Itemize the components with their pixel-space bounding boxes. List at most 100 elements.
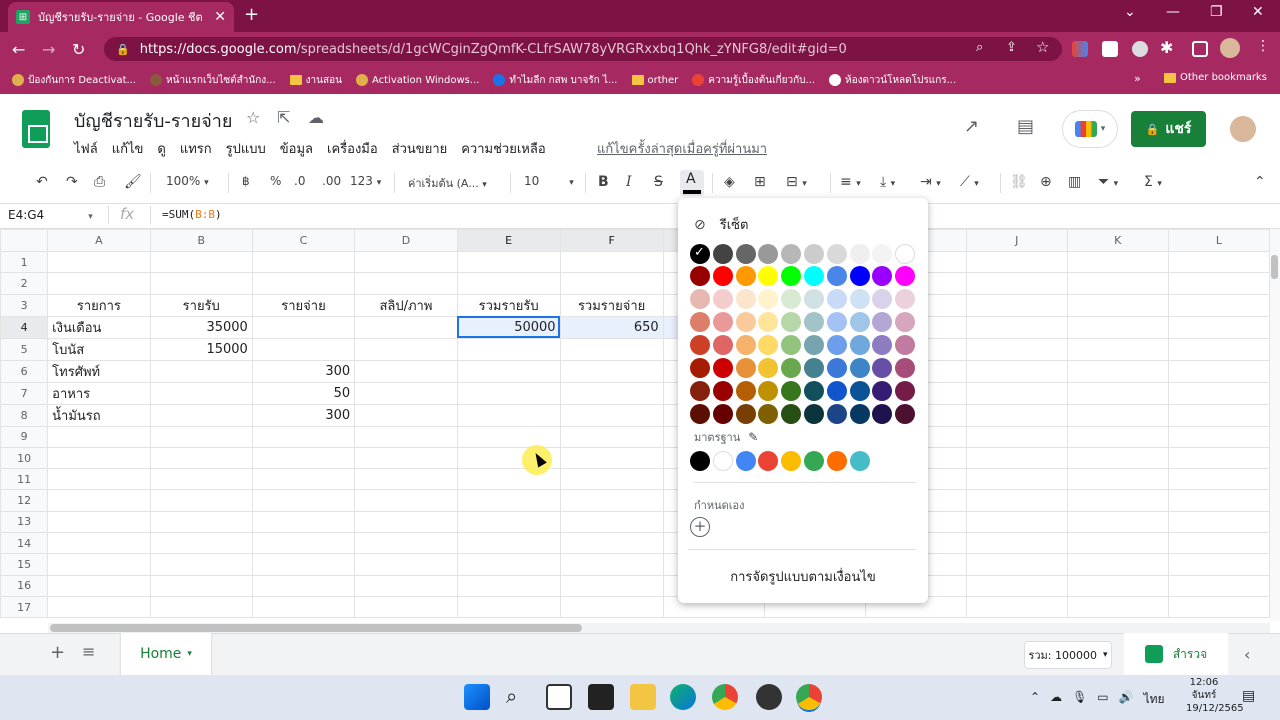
row-header[interactable]: 4 bbox=[0, 315, 49, 339]
volume-icon[interactable]: 🔊 bbox=[1119, 690, 1134, 709]
cell[interactable] bbox=[251, 510, 356, 534]
color-swatch[interactable] bbox=[712, 335, 733, 355]
column-header[interactable]: F bbox=[559, 229, 664, 252]
start-icon[interactable] bbox=[464, 684, 490, 710]
reset-color-button[interactable]: ⊘ รีเซ็ต bbox=[694, 214, 748, 235]
cell[interactable]: 35000 bbox=[149, 315, 253, 339]
cell[interactable] bbox=[251, 532, 356, 555]
file-explorer-icon[interactable] bbox=[630, 684, 656, 710]
cell[interactable] bbox=[965, 446, 1068, 470]
sheets-logo-icon[interactable] bbox=[22, 110, 50, 148]
cell[interactable] bbox=[354, 425, 458, 448]
extension-icon[interactable] bbox=[1072, 41, 1088, 57]
meet-button[interactable]: ▾ bbox=[1062, 110, 1118, 148]
cell[interactable] bbox=[149, 532, 253, 555]
extension-icon[interactable] bbox=[1132, 41, 1148, 57]
cell[interactable] bbox=[47, 425, 151, 448]
cell[interactable] bbox=[149, 595, 253, 619]
menu-extensions[interactable]: ส่วนขยาย bbox=[392, 138, 448, 159]
column-header[interactable]: B bbox=[149, 229, 253, 252]
cell[interactable] bbox=[1066, 595, 1169, 619]
cell[interactable] bbox=[149, 359, 253, 383]
horizontal-scroll-thumb[interactable] bbox=[50, 624, 582, 632]
cell[interactable] bbox=[559, 359, 664, 383]
column-header[interactable]: J bbox=[965, 229, 1068, 252]
color-swatch[interactable] bbox=[849, 266, 870, 286]
cell[interactable] bbox=[965, 510, 1068, 534]
bookmark-item[interactable]: หน้าแรกเว็บไซต์สำนักง... bbox=[150, 73, 276, 88]
cell[interactable]: โทรศัพท์ bbox=[47, 359, 151, 383]
redo-icon[interactable]: ↷ bbox=[66, 174, 78, 190]
cell[interactable]: 300 bbox=[251, 403, 356, 427]
cell[interactable] bbox=[965, 250, 1068, 274]
cell[interactable] bbox=[1066, 403, 1169, 427]
notification-icon[interactable]: ▤ bbox=[1242, 688, 1255, 704]
browser-menu-icon[interactable]: ⋮ bbox=[1256, 38, 1270, 54]
color-swatch[interactable] bbox=[690, 358, 710, 378]
column-header[interactable]: K bbox=[1066, 229, 1169, 252]
sheet-tab-home[interactable]: Home ▾ bbox=[121, 633, 211, 675]
color-swatch[interactable] bbox=[735, 381, 756, 401]
widgets-icon[interactable] bbox=[588, 684, 614, 710]
row-header[interactable]: 17 bbox=[0, 595, 49, 619]
edit-pencil-icon[interactable]: ✎ bbox=[748, 430, 758, 444]
extensions-puzzle-icon[interactable]: ✱ bbox=[1160, 38, 1173, 57]
zoom-search-icon[interactable]: ⌕ bbox=[976, 40, 983, 55]
cell[interactable] bbox=[47, 595, 151, 619]
cell[interactable] bbox=[559, 403, 664, 427]
collapse-side-panel-icon[interactable]: ‹ bbox=[1244, 645, 1250, 664]
cell[interactable] bbox=[965, 532, 1068, 555]
activity-trend-icon[interactable]: ↗ bbox=[964, 116, 979, 137]
comments-icon[interactable]: ▤ bbox=[1017, 116, 1034, 137]
color-swatch[interactable] bbox=[826, 289, 847, 309]
all-sheets-icon[interactable]: ≡ bbox=[82, 642, 95, 661]
cell[interactable] bbox=[456, 510, 561, 534]
cell[interactable] bbox=[251, 489, 356, 512]
cell[interactable] bbox=[559, 553, 664, 576]
language-indicator[interactable]: ไทย bbox=[1144, 690, 1165, 709]
color-swatch[interactable] bbox=[712, 404, 733, 424]
cell[interactable] bbox=[559, 381, 664, 405]
cell[interactable] bbox=[354, 250, 458, 274]
cell[interactable] bbox=[456, 272, 561, 295]
cell[interactable] bbox=[965, 381, 1068, 405]
cell[interactable] bbox=[251, 468, 356, 491]
cell[interactable]: อาหาร bbox=[47, 381, 151, 405]
cell[interactable] bbox=[354, 489, 458, 512]
font-size-select[interactable]: 10 ▾ bbox=[524, 174, 574, 188]
color-swatch[interactable] bbox=[690, 381, 710, 401]
bookmark-star-icon[interactable]: ☆ bbox=[1036, 38, 1049, 56]
row-header[interactable]: 7 bbox=[0, 381, 49, 405]
cell[interactable]: รายการ bbox=[47, 293, 151, 317]
cell[interactable] bbox=[559, 510, 664, 534]
cell[interactable] bbox=[559, 250, 664, 274]
text-wrap-icon[interactable]: ⇥ ▾ bbox=[920, 174, 941, 190]
fill-color-icon[interactable]: ◈ bbox=[724, 174, 735, 190]
cell[interactable]: เงินเดือน bbox=[47, 315, 151, 339]
bold-button[interactable]: B bbox=[598, 174, 609, 190]
cell[interactable]: รวมรายรับ bbox=[456, 293, 561, 317]
color-swatch[interactable] bbox=[690, 404, 710, 424]
address-bar[interactable]: 🔒 https://docs.google.com/spreadsheets/d… bbox=[104, 37, 1062, 61]
cloud-saved-icon[interactable]: ☁ bbox=[308, 108, 324, 127]
color-swatch[interactable] bbox=[826, 266, 847, 286]
cell[interactable] bbox=[47, 510, 151, 534]
cell[interactable] bbox=[47, 250, 151, 274]
forward-icon[interactable]: → bbox=[42, 40, 55, 59]
cell[interactable]: โบนัส bbox=[47, 337, 151, 361]
new-tab-button[interactable]: + bbox=[244, 4, 259, 25]
column-header[interactable]: E bbox=[456, 229, 561, 252]
cell[interactable] bbox=[1167, 446, 1270, 470]
side-panel-icon[interactable] bbox=[1192, 41, 1208, 57]
font-select[interactable]: ค่าเริ่มต้น (A... ▾ bbox=[408, 174, 487, 192]
vertical-scrollbar[interactable] bbox=[1270, 229, 1280, 621]
color-swatch[interactable] bbox=[804, 266, 824, 286]
cell[interactable] bbox=[47, 489, 151, 512]
conditional-formatting-link[interactable]: การจัดรูปแบบตามเงื่อนไข bbox=[678, 566, 928, 587]
cell[interactable] bbox=[965, 553, 1068, 576]
other-bookmarks[interactable]: Other bookmarks bbox=[1164, 72, 1267, 83]
text-rotation-icon[interactable]: ⟋ ▾ bbox=[960, 174, 979, 190]
color-swatch[interactable] bbox=[826, 312, 847, 332]
cell[interactable]: สลิป/ภาพ bbox=[354, 293, 458, 317]
cell[interactable]: รายจ่าย bbox=[251, 293, 356, 317]
